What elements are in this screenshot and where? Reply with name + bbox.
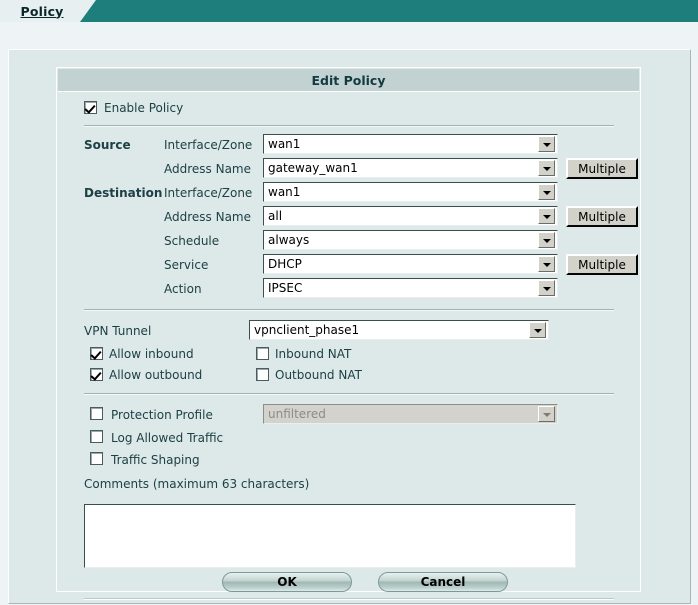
action-value: IPSEC <box>268 281 303 295</box>
source-interface-value: wan1 <box>268 137 301 151</box>
protection-profile-select[interactable]: unfiltered <box>263 404 558 424</box>
schedule-label: Schedule <box>164 234 220 248</box>
dialog-title-bar: Edit Policy <box>58 69 639 92</box>
protection-profile-label: Protection Profile <box>111 408 213 422</box>
traffic-shaping-label: Traffic Shaping <box>111 453 200 467</box>
service-value: DHCP <box>268 257 302 271</box>
outbound-nat-label: Outbound NAT <box>275 368 362 382</box>
allow-inbound-checkbox[interactable] <box>90 347 103 360</box>
source-address-select[interactable]: gateway_wan1 <box>263 158 558 178</box>
protection-profile-value: unfiltered <box>268 407 326 421</box>
dialog-body: Enable Policy Source Interface/Zone wan1… <box>58 93 639 600</box>
cancel-button[interactable]: Cancel <box>378 572 508 592</box>
destination-address-multiple-label: Multiple <box>578 209 626 224</box>
allow-outbound-label: Allow outbound <box>109 368 203 382</box>
divider-1 <box>84 125 614 127</box>
destination-group-label: Destination <box>84 186 163 200</box>
vpn-tunnel-select[interactable]: vpnclient_phase1 <box>249 320 549 340</box>
vpn-tunnel-label: VPN Tunnel <box>84 324 152 338</box>
service-label: Service <box>164 258 209 272</box>
chevron-down-icon[interactable] <box>538 280 555 296</box>
destination-interface-label: Interface/Zone <box>164 186 253 200</box>
vpn-tunnel-value: vpnclient_phase1 <box>254 323 360 337</box>
cancel-button-label: Cancel <box>420 575 466 589</box>
chevron-down-icon[interactable] <box>538 184 555 200</box>
source-address-multiple-button[interactable]: Multiple <box>566 158 638 179</box>
destination-address-label: Address Name <box>164 210 252 224</box>
enable-policy-checkbox[interactable] <box>84 101 97 114</box>
allow-outbound-checkbox[interactable] <box>90 368 103 381</box>
action-label: Action <box>164 282 202 296</box>
schedule-value: always <box>268 233 310 247</box>
protection-profile-checkbox[interactable] <box>90 407 103 420</box>
source-interface-select[interactable]: wan1 <box>263 134 558 154</box>
source-address-multiple-label: Multiple <box>578 161 626 176</box>
tab-strip-background <box>80 0 698 22</box>
source-group-label: Source <box>84 138 131 152</box>
comments-field-wrapper[interactable] <box>84 504 576 568</box>
destination-interface-select[interactable]: wan1 <box>263 182 558 202</box>
chevron-down-icon[interactable] <box>538 208 555 224</box>
content-area: Edit Policy Enable Policy Source Interfa… <box>8 49 691 604</box>
tab-policy[interactable]: Policy <box>0 0 96 22</box>
divider-4 <box>84 598 614 600</box>
edit-policy-dialog: Edit Policy Enable Policy Source Interfa… <box>56 67 641 600</box>
inbound-nat-checkbox[interactable] <box>256 347 269 360</box>
log-allowed-traffic-label: Log Allowed Traffic <box>111 431 224 445</box>
chevron-down-icon[interactable] <box>529 322 546 338</box>
comments-input[interactable] <box>85 505 575 567</box>
chevron-down-icon[interactable] <box>538 256 555 272</box>
outbound-nat-checkbox[interactable] <box>256 368 269 381</box>
source-address-value: gateway_wan1 <box>268 161 358 175</box>
source-interface-label: Interface/Zone <box>164 138 253 152</box>
tab-policy-label: Policy <box>20 3 64 19</box>
log-allowed-traffic-checkbox[interactable] <box>90 430 103 443</box>
action-select[interactable]: IPSEC <box>263 278 558 298</box>
divider-2 <box>84 309 614 311</box>
page-title: Edit Policy <box>311 72 386 88</box>
destination-address-select[interactable]: all <box>263 206 558 226</box>
service-select[interactable]: DHCP <box>263 254 558 274</box>
chevron-down-icon[interactable] <box>538 232 555 248</box>
source-address-label: Address Name <box>164 162 252 176</box>
schedule-select[interactable]: always <box>263 230 558 250</box>
chevron-down-icon[interactable] <box>538 136 555 152</box>
service-multiple-label: Multiple <box>578 257 626 272</box>
ok-button-label: OK <box>277 575 297 589</box>
traffic-shaping-checkbox[interactable] <box>90 452 103 465</box>
page-body: Edit Policy Enable Policy Source Interfa… <box>0 22 698 605</box>
enable-policy-label: Enable Policy <box>104 101 184 115</box>
chevron-down-icon[interactable] <box>538 406 555 422</box>
inbound-nat-label: Inbound NAT <box>275 347 352 361</box>
destination-address-multiple-button[interactable]: Multiple <box>566 206 638 227</box>
destination-address-value: all <box>268 209 283 223</box>
comments-label: Comments (maximum 63 characters) <box>84 477 310 491</box>
chevron-down-icon[interactable] <box>538 160 555 176</box>
allow-inbound-label: Allow inbound <box>109 347 194 361</box>
destination-interface-value: wan1 <box>268 185 301 199</box>
divider-3 <box>84 393 614 395</box>
service-multiple-button[interactable]: Multiple <box>566 254 638 275</box>
ok-button[interactable]: OK <box>222 572 352 592</box>
tab-strip: Policy <box>0 0 698 22</box>
